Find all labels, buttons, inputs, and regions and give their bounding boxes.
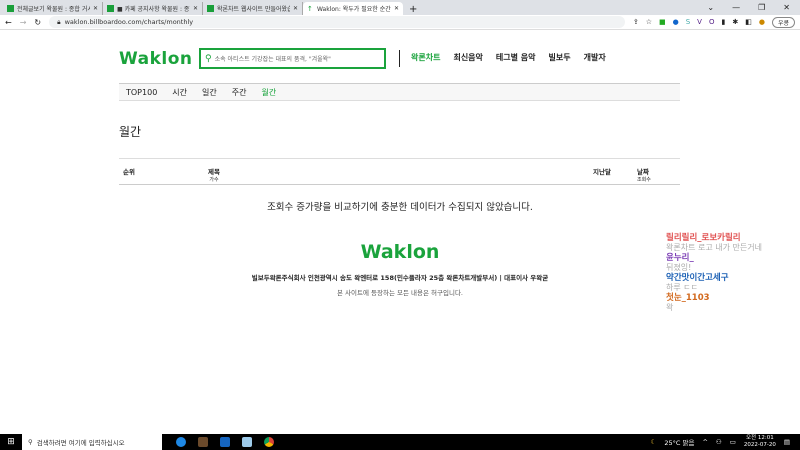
keyboard-icon[interactable]: ▭: [730, 438, 736, 446]
subnav-monthly[interactable]: 월간: [261, 87, 276, 98]
url-input[interactable]: 🔒︎ waklon.billboardoo.com/charts/monthly: [49, 16, 625, 28]
extension-icon[interactable]: O: [709, 18, 715, 26]
new-tab-button[interactable]: +: [403, 4, 423, 15]
chart-subnav: TOP100 시간 일간 주간 월간: [119, 83, 680, 101]
chat-message: 뒤졌잉!: [666, 263, 692, 272]
address-bar-row: ← → ↻ 🔒︎ waklon.billboardoo.com/charts/mont…: [0, 15, 800, 30]
sidebar-icon[interactable]: ◧: [745, 18, 752, 26]
tab-title: 전체글보기 왁물원 : 종합 거시기: [17, 6, 90, 13]
subnav-top100[interactable]: TOP100: [126, 88, 157, 97]
share-icon[interactable]: ⇪: [633, 18, 639, 26]
tab-title: 왁론차트 웹사이트 만들어왔습니: [217, 6, 290, 13]
header-last-month: 지난달: [593, 168, 611, 176]
site-logo[interactable]: Waklon: [119, 49, 193, 69]
star-icon[interactable]: ☆: [646, 18, 652, 26]
taskbar-search[interactable]: ⚲ 검색하려면 여기에 입력하십시오: [22, 434, 162, 450]
extension-icon[interactable]: S: [686, 18, 690, 26]
browser-tab-bar: 전체글보기 왁물원 : 종합 거시기✕ ■ 카페 공지사항 왁물원 : 종합✕ …: [0, 0, 800, 15]
divider: [399, 50, 400, 67]
clock[interactable]: 오전 12:01 2022-07-20: [744, 435, 776, 449]
header-date-label: 날짜: [637, 168, 649, 176]
nav-chart[interactable]: 왁론차트: [411, 52, 440, 63]
notification-icon[interactable]: ▤: [784, 438, 790, 446]
header-artist: 가수: [209, 177, 219, 183]
back-icon[interactable]: ←: [5, 18, 12, 27]
page-title: 월간: [119, 125, 142, 139]
main-nav: 왁론차트 최신음악 테그별 음악 빌보두 개발자: [411, 52, 606, 63]
profile-button[interactable]: 우콩: [771, 16, 795, 28]
chat-username: 릴리릴리_로보카릴리: [666, 233, 741, 243]
favicon-icon: [7, 5, 14, 12]
reload-icon[interactable]: ↻: [34, 18, 41, 27]
browser-tab-active[interactable]: ↑Waklon: 왁두가 필요한 순간, 왁✕: [303, 2, 403, 15]
chat-username: 약간맛이간고세구: [666, 273, 729, 283]
minimize-icon[interactable]: —: [732, 3, 740, 12]
edge-icon[interactable]: [176, 437, 186, 447]
avatar[interactable]: ●: [759, 18, 765, 26]
time-text: 오전 12:01: [746, 435, 774, 441]
chat-username: 윤누리_: [666, 253, 694, 263]
chat-overlay: 릴리릴리_로보카릴리 왁론차트 로고 내가 만든거네 윤누리_ 뒤졌잉! 약간맛이간…: [666, 233, 762, 313]
search-placeholder: 소속 아티스트 기강잡는 대표의 품격, "겨울왁": [214, 56, 331, 63]
chrome-icon[interactable]: [264, 437, 274, 447]
tab-title: Waklon: 왁두가 필요한 순간, 왁: [317, 6, 391, 13]
taskbar-search-placeholder: 검색하려면 여기에 입력하십시오: [36, 439, 125, 447]
site-header: Waklon ⚲ 소속 아티스트 기강잡는 대표의 품격, "겨울왁" 왁론차트 최…: [119, 48, 679, 70]
restore-icon[interactable]: ❐: [758, 3, 765, 12]
nav-new-music[interactable]: 최신음악: [453, 52, 482, 63]
tab-search-icon[interactable]: ⌄: [707, 3, 714, 12]
subnav-daily[interactable]: 일간: [202, 87, 217, 98]
forward-icon[interactable]: →: [20, 18, 27, 27]
extension-icon[interactable]: ■: [659, 18, 666, 26]
extension-icon[interactable]: ▮: [721, 18, 725, 26]
app-icon[interactable]: [242, 437, 252, 447]
chat-message: 하루 ㄷㄷ: [666, 283, 698, 292]
nav-developer[interactable]: 개발자: [584, 52, 606, 63]
close-icon[interactable]: ✕: [293, 5, 298, 12]
puzzle-icon[interactable]: ✱: [732, 18, 738, 26]
favicon-icon: [107, 5, 114, 12]
date-text: 2022-07-20: [743, 442, 776, 448]
chat-message: 왁: [666, 303, 674, 312]
close-icon[interactable]: ✕: [93, 5, 98, 12]
header-title: 제목 가수: [208, 166, 220, 183]
network-icon[interactable]: ⚇: [716, 438, 722, 446]
weather-text[interactable]: 25°C 맑음: [664, 437, 694, 447]
minecraft-icon[interactable]: [198, 437, 208, 447]
header-views: 조회수: [637, 177, 651, 183]
table-header: 순위 제목 가수 지난달 날짜 조회수: [119, 158, 680, 185]
moon-icon: ☾: [650, 438, 657, 446]
search-input[interactable]: ⚲ 소속 아티스트 기강잡는 대표의 품격, "겨울왁": [199, 48, 386, 69]
taskbar: ⊞ ⚲ 검색하려면 여기에 입력하십시오 ☾ 25°C 맑음 ^ ⚇ ▭ 오전 1…: [0, 434, 800, 450]
favicon-icon: [207, 5, 214, 12]
close-icon[interactable]: ✕: [394, 5, 399, 12]
subnav-weekly[interactable]: 주간: [232, 87, 247, 98]
close-icon[interactable]: ✕: [193, 5, 198, 12]
browser-tab[interactable]: 전체글보기 왁물원 : 종합 거시기✕: [3, 2, 103, 15]
header-rank: 순위: [123, 168, 135, 176]
windows-start-icon[interactable]: ⊞: [0, 437, 22, 447]
lock-icon: 🔒︎: [57, 17, 61, 26]
nav-tag-music[interactable]: 테그별 음악: [496, 52, 536, 63]
search-icon: ⚲: [28, 438, 33, 446]
search-icon: ⚲: [205, 53, 212, 64]
close-window-icon[interactable]: ✕: [783, 3, 790, 12]
header-date: 날짜 조회수: [637, 166, 651, 183]
vegas-icon[interactable]: [220, 437, 230, 447]
browser-tab[interactable]: ■ 카페 공지사항 왁물원 : 종합 ✕: [103, 2, 203, 15]
subnav-hourly[interactable]: 시간: [172, 87, 187, 98]
header-title-label: 제목: [208, 168, 220, 176]
extension-icon[interactable]: V: [697, 18, 702, 26]
chevron-up-icon[interactable]: ^: [702, 438, 707, 446]
chat-username: 첫눈_1103: [666, 293, 710, 303]
extension-icon[interactable]: ●: [673, 18, 679, 26]
tab-title: ■ 카페 공지사항 왁물원 : 종합: [117, 6, 190, 13]
browser-tab[interactable]: 왁론차트 웹사이트 만들어왔습니✕: [203, 2, 303, 15]
chat-message: 왁론차트 로고 내가 만든거네: [666, 243, 762, 252]
url-text: waklon.billboardoo.com/charts/monthly: [64, 18, 194, 26]
favicon-icon: ↑: [307, 5, 314, 13]
nav-billboardoo[interactable]: 빌보두: [549, 52, 571, 63]
empty-message: 조회수 증가량을 비교하기에 충분한 데이터가 수집되지 않았습니다.: [267, 202, 533, 213]
